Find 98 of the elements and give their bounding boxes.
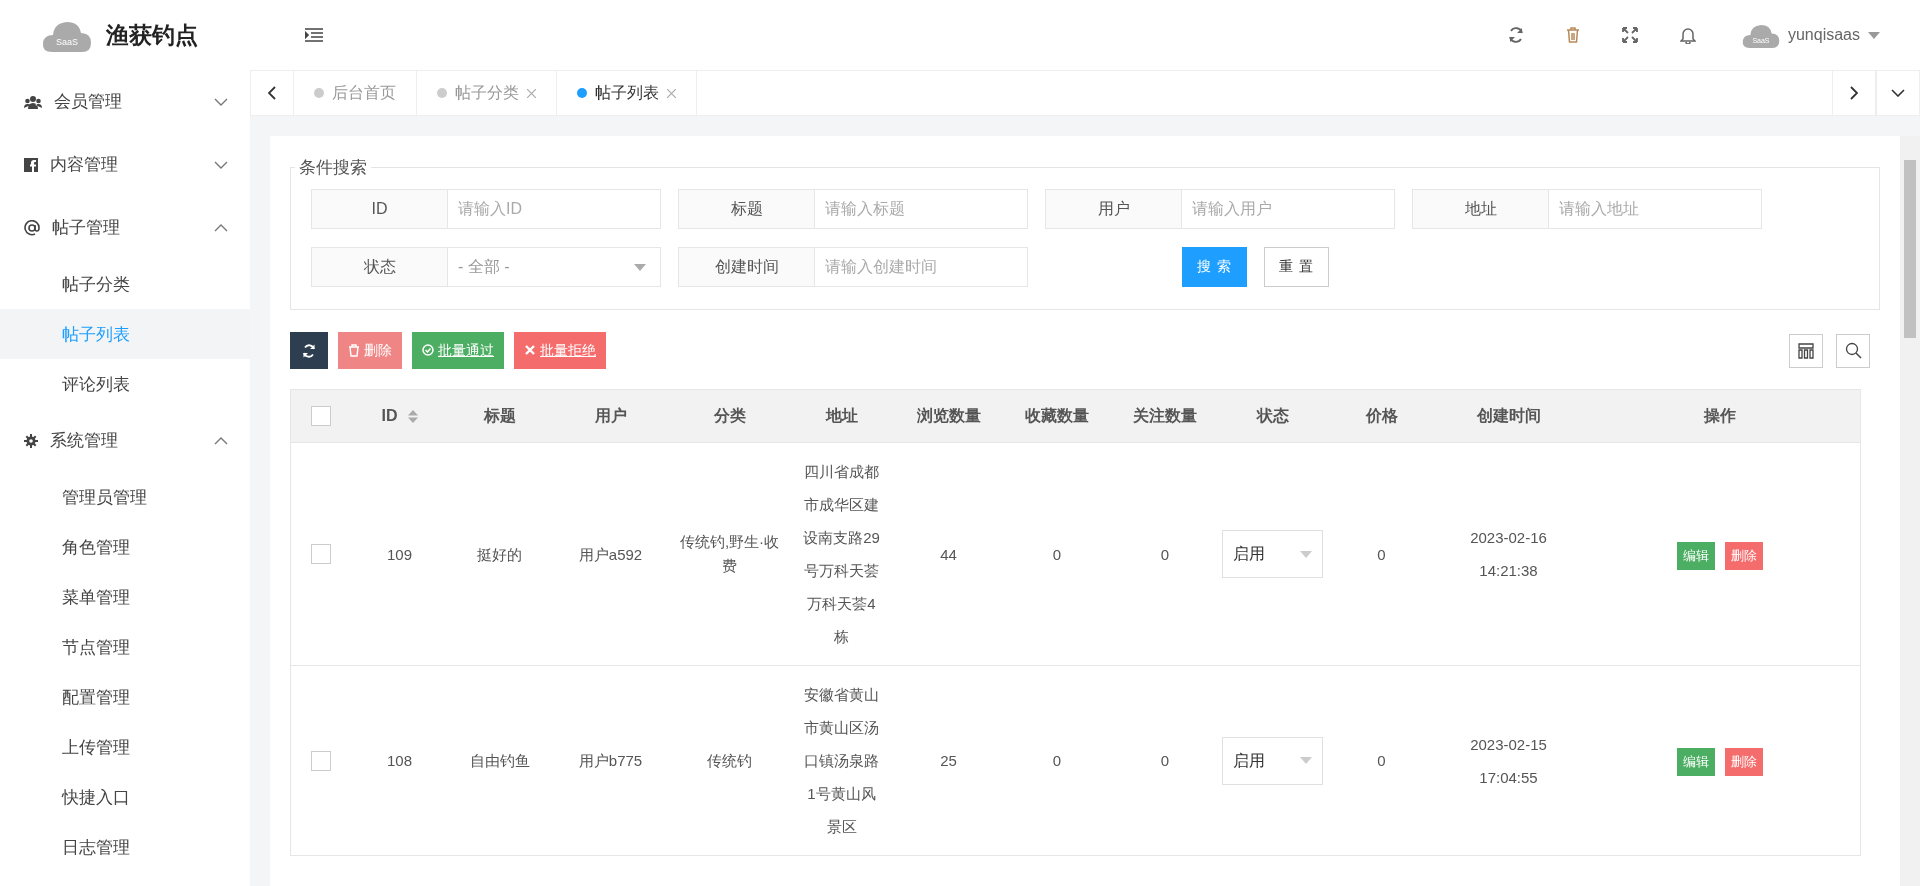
tab-dot: [437, 88, 447, 98]
sidebar-menu-item[interactable]: 会员管理: [0, 70, 250, 133]
table-cell: 0: [1111, 665, 1219, 856]
users-icon: [24, 94, 42, 109]
sidebar-submenu-item[interactable]: 配置管理: [0, 672, 250, 722]
table-cell: 传统钓,野生·收费: [670, 442, 789, 666]
table-cell: 44: [894, 442, 1003, 666]
created-time: 14:21:38: [1478, 561, 1539, 581]
columns-button[interactable]: [1789, 333, 1823, 368]
table-cell: 0: [1326, 665, 1437, 856]
reset-button[interactable]: 重 置: [1263, 247, 1329, 287]
table-cell: 108: [350, 665, 449, 856]
table-cell: 用户b775: [550, 665, 671, 856]
gear-icon: [24, 433, 38, 448]
username[interactable]: yunqisaas: [1787, 26, 1860, 44]
created-date: 2023-02-15: [1469, 734, 1548, 755]
sidebar-submenu-item[interactable]: 菜单管理: [0, 572, 250, 622]
search-toggle-button[interactable]: [1836, 333, 1870, 368]
search-field[interactable]: 请输入用户: [1182, 189, 1395, 229]
sidebar-submenu-item[interactable]: 评论列表: [0, 359, 250, 409]
search-icon: [1844, 342, 1862, 359]
status-dropdown[interactable]: 状态 - 全部 -: [311, 247, 661, 287]
table-cell: 四川省成都市成华区建设南支路29号万科天荟万科天荟4栋: [788, 442, 895, 666]
status-dropdown[interactable]: 启用: [1222, 736, 1323, 785]
sidebar-submenu-item[interactable]: 帖子分类: [0, 259, 250, 309]
table-cell: 25: [894, 665, 1003, 856]
column-header: 创建时间: [1436, 389, 1581, 443]
sidebar-submenu-item[interactable]: 管理员管理: [0, 472, 250, 522]
status-dropdown[interactable]: 启用: [1222, 530, 1323, 578]
field-label: 标题: [678, 189, 815, 229]
menu-collapse-icon[interactable]: [305, 28, 323, 42]
app-title: 渔获钓点: [106, 20, 198, 50]
refresh-icon[interactable]: [1507, 27, 1524, 43]
sidebar-menu-item[interactable]: 帖子管理: [0, 196, 250, 259]
table-cell: 用户a592: [550, 442, 671, 666]
fullscreen-icon[interactable]: [1621, 27, 1638, 43]
search-field[interactable]: 请输入地址: [1549, 189, 1762, 229]
search-field[interactable]: 请输入标题: [815, 189, 1028, 229]
search-field[interactable]: 请输入创建时间: [815, 247, 1028, 287]
table-cell: 挺好的: [448, 442, 551, 666]
row-checkbox[interactable]: [310, 544, 331, 564]
x-icon: [524, 344, 536, 357]
sidebar-submenu-item[interactable]: 日志管理: [0, 822, 250, 872]
field-label: 用户: [1045, 189, 1182, 229]
chevron-left-icon[interactable]: [268, 86, 276, 100]
refresh-icon: [302, 343, 316, 358]
refresh-button[interactable]: [290, 332, 328, 369]
table-cell: 0: [1002, 665, 1112, 856]
table-cell: 109: [350, 442, 449, 666]
table-cell: 传统钓: [670, 665, 789, 856]
bell-icon[interactable]: [1679, 26, 1696, 44]
column-header: 地址: [788, 389, 895, 443]
caret-down-icon: [634, 263, 646, 271]
scrollbar[interactable]: [1900, 136, 1920, 886]
search-legend: 条件搜索: [295, 156, 371, 179]
created-time: 17:04:55: [1478, 767, 1539, 788]
chevron-down-icon[interactable]: [1891, 89, 1905, 97]
table-cell: 0: [1002, 442, 1112, 666]
caret-down-icon[interactable]: [1868, 31, 1880, 39]
check-circle-icon: [422, 344, 434, 357]
select-all-checkbox[interactable]: [310, 406, 331, 426]
sidebar-menu-item[interactable]: 内容管理: [0, 133, 250, 196]
column-header: 分类: [670, 389, 789, 443]
page-tab[interactable]: 帖子列表: [557, 71, 697, 115]
column-header: 浏览数量: [894, 389, 1003, 443]
search-field[interactable]: 请输入ID: [448, 189, 661, 229]
table-cell: 自由钓鱼: [448, 665, 551, 856]
sidebar-submenu-item[interactable]: 快捷入口: [0, 772, 250, 822]
trash-icon[interactable]: [1565, 27, 1580, 43]
at-sign-icon: [24, 219, 40, 236]
caret-down-icon: [1300, 550, 1312, 558]
columns-icon: [1798, 342, 1814, 359]
field-label: ID: [311, 189, 448, 229]
table-cell: 安徽省黄山市黄山区汤口镇汤泉路1号黄山风景区: [788, 665, 895, 856]
sidebar-submenu-item[interactable]: 角色管理: [0, 522, 250, 572]
column-header: 操作: [1580, 389, 1861, 443]
column-header[interactable]: ID: [381, 407, 398, 425]
field-label: 创建时间: [678, 247, 815, 287]
sidebar-menu-item[interactable]: 系统管理: [0, 409, 250, 472]
sidebar-submenu-item[interactable]: 节点管理: [0, 622, 250, 672]
created-date: 2023-02-16: [1469, 528, 1548, 548]
field-label: 地址: [1412, 189, 1549, 229]
table-cell: 0: [1111, 442, 1219, 666]
tab-dot: [314, 88, 324, 98]
row-checkbox[interactable]: [310, 750, 331, 771]
table-cell: 0: [1326, 442, 1437, 666]
caret-down-icon: [1300, 757, 1312, 764]
chevron-right-icon[interactable]: [1850, 86, 1858, 100]
tab-dot: [577, 88, 587, 98]
column-header: 状态: [1218, 389, 1327, 443]
sidebar-submenu-item[interactable]: 上传管理: [0, 722, 250, 772]
facebook-icon: [24, 157, 38, 172]
column-header: 用户: [550, 389, 671, 443]
column-header: 关注数量: [1111, 389, 1219, 443]
column-header: 标题: [448, 389, 551, 443]
trash-icon: [348, 344, 360, 357]
column-header: 收藏数量: [1002, 389, 1112, 443]
column-header: 价格: [1326, 389, 1437, 443]
